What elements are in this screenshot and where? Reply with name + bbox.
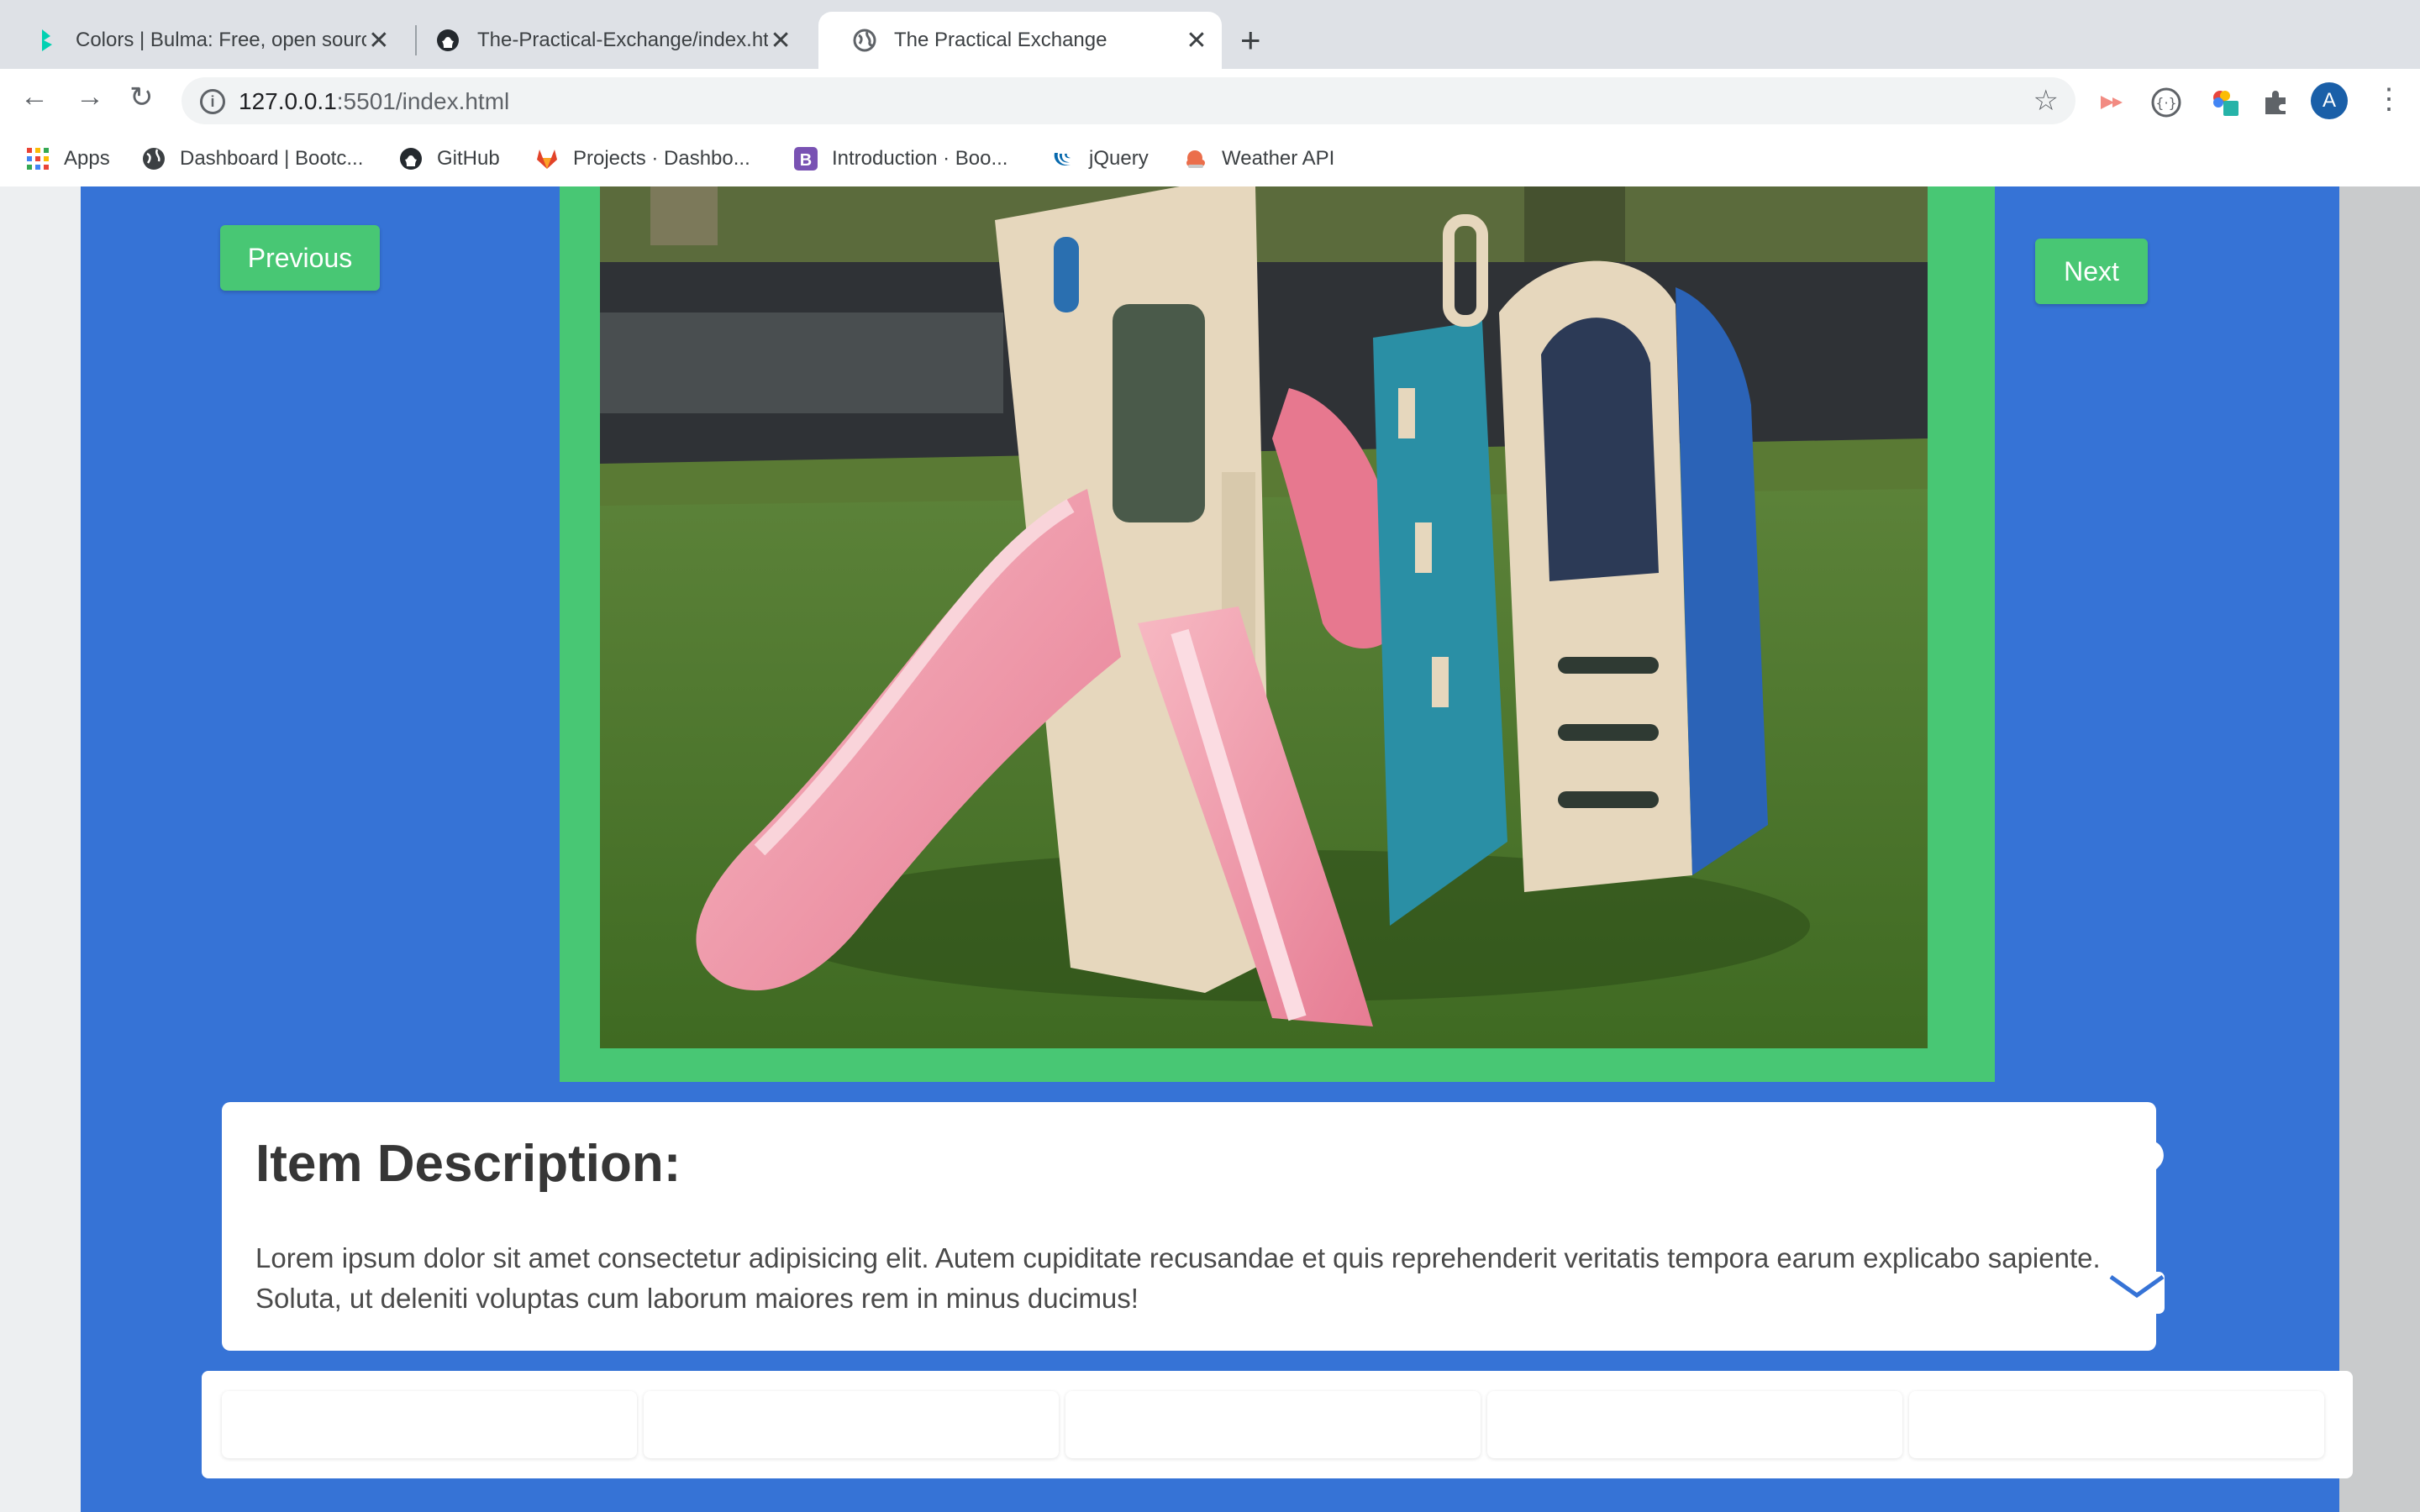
tab-practical-exchange[interactable]: The Practical Exchange ✕	[818, 12, 1222, 69]
bulma-icon	[42, 29, 52, 51]
item-panel: Previous Next Item Description: Lorem ip…	[81, 186, 2353, 1512]
page-viewport: Previous Next Item Description: Lorem ip…	[0, 186, 2420, 1512]
tab-title: Colors | Bulma: Free, open source	[76, 29, 366, 51]
heart-icon[interactable]	[2107, 1136, 2166, 1194]
bookmark-weather-api[interactable]: Weather API	[1183, 144, 1334, 173]
gitlab-icon	[537, 150, 557, 169]
tab-title: The Practical Exchange	[894, 29, 1107, 51]
jquery-icon	[1054, 153, 1071, 166]
bookmark-label: Introduction · Boo...	[832, 147, 1008, 170]
description-text: Lorem ipsum dolor sit amet consectetur a…	[255, 1242, 2101, 1314]
bookmark-star-icon[interactable]: ☆	[2033, 84, 2059, 118]
bookmark-label: Weather API	[1222, 147, 1335, 170]
bookmark-label: Projects · Dashbo...	[573, 147, 750, 170]
profile-avatar[interactable]: A	[2311, 82, 2348, 119]
close-icon[interactable]: ✕	[768, 26, 793, 55]
description-heading: Item Description:	[255, 1135, 681, 1193]
github-icon	[437, 29, 459, 51]
previous-button[interactable]: Previous	[220, 225, 380, 291]
page-background-right	[2339, 186, 2420, 1512]
back-arrow-icon[interactable]: ←	[20, 81, 49, 113]
bookmark-apps[interactable]: Apps	[25, 144, 110, 173]
related-item-card[interactable]	[644, 1391, 1059, 1458]
bookmark-bootstrap-intro[interactable]: B Introduction · Boo...	[793, 144, 1007, 173]
related-item-card[interactable]	[1065, 1391, 1481, 1458]
color-picker-extension-icon[interactable]	[2210, 87, 2240, 118]
related-items-strip	[202, 1371, 2353, 1478]
forward-arrow-icon[interactable]: →	[76, 81, 104, 113]
address-bar[interactable]: i 127.0.0.1:5501/index.html ☆	[182, 77, 2075, 124]
bookmark-gitlab-projects[interactable]: Projects · Dashbo...	[534, 144, 750, 173]
playground-slide-image	[600, 186, 1928, 1048]
weather-icon	[1186, 150, 1205, 168]
bookmark-github[interactable]: GitHub	[398, 144, 500, 173]
envelope-icon[interactable]	[2107, 1263, 2166, 1322]
related-item-card[interactable]	[1909, 1391, 2324, 1458]
svg-text:{·}: {·}	[2155, 95, 2176, 111]
reload-icon[interactable]: ↻	[129, 81, 154, 114]
new-tab-button[interactable]: +	[1240, 20, 1261, 60]
bootstrap-icon: B	[794, 147, 818, 171]
close-icon[interactable]: ✕	[1183, 26, 1210, 55]
related-item-card[interactable]	[1487, 1391, 1902, 1458]
code-extension-icon[interactable]: {·}	[2151, 87, 2181, 118]
bookmark-label: GitHub	[437, 147, 500, 170]
tab-strip: Colors | Bulma: Free, open source ✕ The-…	[0, 0, 2420, 69]
cast-extension-icon[interactable]	[2097, 87, 2128, 118]
extensions-puzzle-icon[interactable]	[2260, 87, 2291, 118]
url-text: 127.0.0.1:5501/index.html	[239, 88, 509, 115]
browser-toolbar: ← → ↻ i 127.0.0.1:5501/index.html ☆ {·}	[0, 69, 2420, 131]
site-info-icon[interactable]: i	[200, 89, 225, 114]
item-description-card: Item Description: Lorem ipsum dolor sit …	[222, 1102, 2156, 1351]
close-icon[interactable]: ✕	[366, 26, 392, 55]
globe-icon	[143, 148, 165, 170]
svg-text:B: B	[800, 151, 812, 170]
related-item-card[interactable]	[222, 1391, 637, 1458]
item-photo	[600, 186, 1928, 1048]
github-icon	[400, 148, 422, 170]
bookmark-dashboard[interactable]: Dashboard | Bootc...	[141, 144, 363, 173]
tab-bulma-colors[interactable]: Colors | Bulma: Free, open source ✕	[0, 12, 403, 69]
globe-icon	[853, 29, 876, 52]
tab-title: The-Practical-Exchange/index.html	[477, 29, 769, 51]
bookmark-label: Apps	[64, 147, 110, 170]
apps-grid-icon	[27, 148, 49, 170]
next-button[interactable]: Next	[2035, 239, 2148, 304]
url-path: :5501/index.html	[336, 88, 510, 114]
tab-github-index[interactable]: The-Practical-Exchange/index.html ✕	[402, 12, 805, 69]
browser-menu-icon[interactable]: ⋮	[2375, 82, 2403, 116]
bookmark-label: Dashboard | Bootc...	[180, 147, 364, 170]
bookmark-jquery[interactable]: jQuery	[1050, 144, 1149, 173]
url-host: 127.0.0.1	[239, 88, 337, 114]
bookmarks-bar: Apps Dashboard | Bootc... GitHub Project…	[0, 131, 2420, 188]
item-image-frame	[560, 186, 1995, 1082]
bookmark-label: jQuery	[1089, 147, 1149, 170]
